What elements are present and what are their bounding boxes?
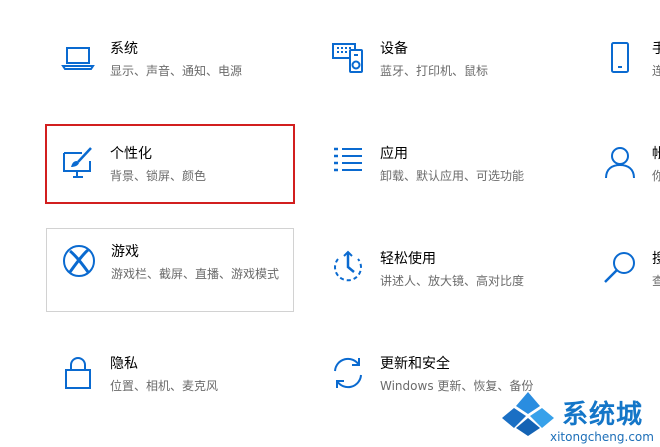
tile-description: 连 [652, 64, 660, 78]
watermark-name: 系统城 [562, 400, 644, 430]
tile-title: 帐 [652, 146, 660, 162]
tile-accounts[interactable]: 帐 你 [588, 139, 660, 223]
watermark-emblem-icon [502, 392, 554, 436]
tile-search[interactable]: 搜 查 [588, 244, 660, 328]
tile-description: 位置、相机、麦克风 [110, 379, 219, 393]
tile-title: 游戏 [111, 244, 139, 260]
phone-icon [602, 40, 638, 76]
tile-title: 隐私 [110, 356, 138, 372]
tile-description: 讲述人、放大镜、高对比度 [380, 274, 525, 288]
tile-privacy[interactable]: 隐私 位置、相机、麦克风 [46, 349, 294, 433]
tile-ease-of-access[interactable]: 轻松使用 讲述人、放大镜、高对比度 [316, 244, 564, 328]
tile-description: 查 [652, 274, 660, 288]
tile-description: 蓝牙、打印机、鼠标 [380, 64, 489, 78]
tile-devices[interactable]: 设备 蓝牙、打印机、鼠标 [316, 34, 564, 118]
tile-description: 卸载、默认应用、可选功能 [380, 169, 525, 183]
laptop-icon [60, 40, 96, 76]
account-icon [602, 145, 638, 181]
tile-system[interactable]: 系统 显示、声音、通知、电源 [46, 34, 294, 118]
watermark-url: xitongcheng.com [550, 430, 654, 444]
tile-title: 应用 [380, 146, 408, 162]
tile-title: 搜 [652, 251, 660, 267]
tile-title: 手 [652, 41, 660, 57]
tile-description: 显示、声音、通知、电源 [110, 64, 243, 78]
tile-title: 轻松使用 [380, 251, 436, 267]
ease-of-access-icon [330, 250, 366, 286]
devices-icon [330, 40, 366, 76]
tile-description: 游戏栏、截屏、直播、游戏模式 [111, 267, 280, 281]
update-sync-icon [330, 355, 366, 391]
tile-apps[interactable]: 应用 卸载、默认应用、可选功能 [316, 139, 564, 223]
lock-icon [60, 355, 96, 391]
watermark-logo: 系统城 xitongcheng.com [498, 388, 660, 447]
highlight-box [45, 124, 295, 204]
xbox-icon [61, 243, 97, 279]
tile-gaming[interactable]: 游戏 游戏栏、截屏、直播、游戏模式 [46, 228, 294, 312]
search-icon [602, 250, 638, 286]
tile-title: 更新和安全 [380, 356, 450, 372]
apps-list-icon [330, 145, 366, 181]
tile-title: 设备 [380, 41, 408, 57]
tile-title: 系统 [110, 41, 138, 57]
tile-phone[interactable]: 手 连 [588, 34, 660, 118]
tile-description: 你 [652, 169, 660, 183]
